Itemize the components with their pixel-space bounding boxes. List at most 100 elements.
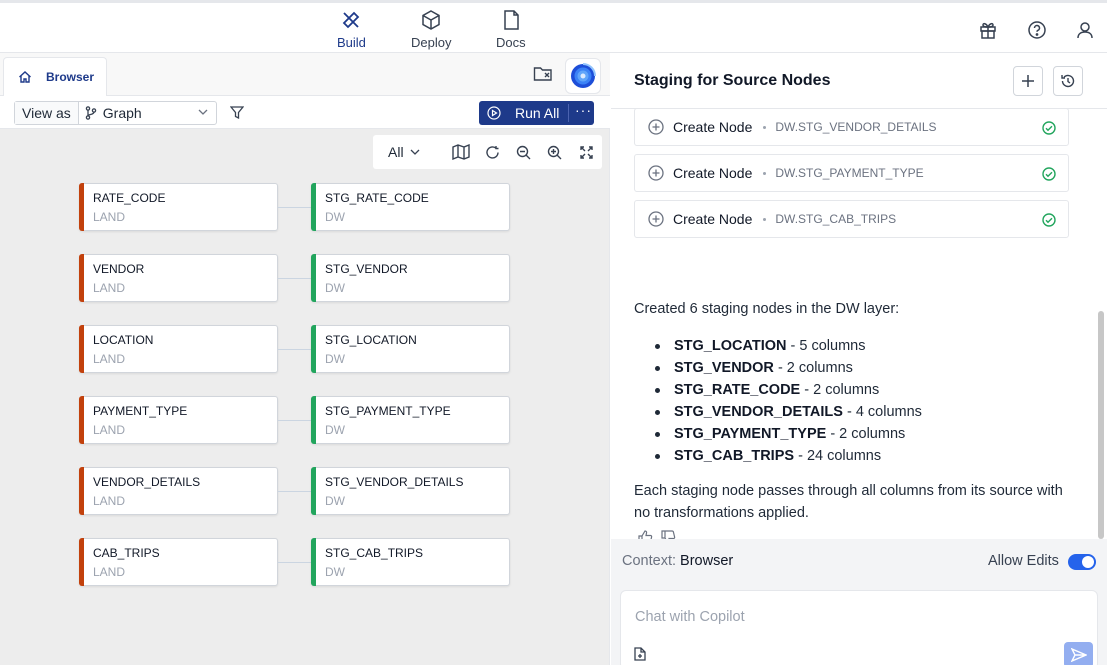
node-name: STG_CAB_TRIPS [674, 448, 795, 464]
graph-node-source[interactable]: VENDOR LAND [79, 254, 278, 302]
graph-node-source[interactable]: PAYMENT_TYPE LAND [79, 396, 278, 444]
view-as-label: View as [15, 102, 79, 124]
thumbs-down-icon[interactable] [661, 530, 676, 539]
graph-node-source[interactable]: RATE_CODE LAND [79, 183, 278, 231]
history-icon [1061, 74, 1075, 88]
node-name: CAB_TRIPS [93, 546, 160, 560]
attach-file-icon[interactable] [634, 647, 646, 665]
zoom-in-icon[interactable] [539, 145, 570, 160]
copilot-logo-button[interactable] [565, 58, 601, 94]
node-layer: DW [325, 494, 345, 508]
build-icon [343, 11, 360, 29]
create-node-action[interactable]: Create Node DW.STG_PAYMENT_TYPE [634, 154, 1069, 192]
summary-text: Created 6 staging nodes in the DW layer: [634, 301, 900, 317]
graph-edge [278, 278, 312, 279]
context-indicator: Context: Browser [622, 553, 733, 569]
graph-node-staging[interactable]: STG_LOCATION DW [311, 325, 510, 373]
graph-node-staging[interactable]: STG_RATE_CODE DW [311, 183, 510, 231]
graph-tools: All [373, 135, 602, 169]
play-icon [487, 106, 501, 120]
node-columns: - 2 columns [773, 360, 853, 376]
layer-color-bar [79, 183, 84, 231]
node-layer: LAND [93, 352, 126, 366]
graph-node-source[interactable]: VENDOR_DETAILS LAND [79, 467, 278, 515]
map-icon[interactable] [445, 144, 476, 160]
graph-node-source[interactable]: LOCATION LAND [79, 325, 278, 373]
zoom-out-icon[interactable] [508, 145, 539, 160]
create-node-action[interactable]: Create Node DW.STG_CAB_TRIPS [634, 200, 1069, 238]
node-layer: LAND [93, 565, 126, 579]
node-columns: - 24 columns [794, 448, 882, 464]
close-folder-icon[interactable] [533, 65, 553, 88]
chat-messages[interactable]: Create Node DW.STG_VENDOR_DETAILS Create… [611, 109, 1107, 539]
graph-edge [278, 420, 312, 421]
action-target: DW.STG_PAYMENT_TYPE [775, 166, 924, 180]
gift-icon[interactable] [978, 20, 998, 40]
nav-build-label: Build [337, 35, 366, 50]
node-name: STG_PAYMENT_TYPE [325, 404, 451, 418]
check-circle-icon [1042, 121, 1056, 135]
separator-dot [763, 217, 767, 221]
more-options-icon[interactable]: ··· [575, 102, 592, 118]
history-button[interactable] [1053, 66, 1083, 96]
node-layer: DW [325, 210, 345, 224]
layer-color-bar [311, 396, 316, 444]
node-name: STG_VENDOR_DETAILS [325, 475, 464, 489]
check-circle-icon [1042, 213, 1056, 227]
scrollbar[interactable] [1098, 311, 1104, 539]
node-name: PAYMENT_TYPE [93, 404, 188, 418]
node-name: STG_RATE_CODE [325, 191, 429, 205]
graph-node-staging[interactable]: STG_VENDOR_DETAILS DW [311, 467, 510, 515]
graph-edge [278, 491, 312, 492]
nav-build[interactable]: Build [337, 9, 366, 50]
nav-deploy[interactable]: Deploy [411, 9, 451, 50]
graph-node-staging[interactable]: STG_VENDOR DW [311, 254, 510, 302]
list-item: STG_VENDOR - 2 columns [651, 357, 922, 379]
send-button[interactable] [1064, 642, 1093, 665]
node-layer: LAND [93, 210, 126, 224]
action-target: DW.STG_VENDOR_DETAILS [775, 120, 937, 134]
list-item: STG_RATE_CODE - 2 columns [651, 379, 922, 401]
plus-icon [1022, 75, 1034, 87]
node-name: STG_LOCATION [325, 333, 417, 347]
graph-node-staging[interactable]: STG_CAB_TRIPS DW [311, 538, 510, 586]
chat-placeholder: Chat with Copilot [635, 609, 745, 625]
user-icon[interactable] [1075, 20, 1095, 40]
cube-icon [422, 10, 440, 30]
node-name: STG_CAB_TRIPS [325, 546, 424, 560]
node-columns: - 2 columns [800, 382, 880, 398]
node-name: RATE_CODE [93, 191, 166, 205]
node-name: VENDOR [93, 262, 145, 276]
scope-select[interactable]: All [388, 144, 445, 160]
action-label: Create Node [673, 211, 753, 227]
nav-docs-label: Docs [496, 35, 526, 50]
home-icon [19, 71, 31, 83]
list-item: STG_LOCATION - 5 columns [651, 335, 922, 357]
nav-docs[interactable]: Docs [496, 9, 526, 50]
view-mode-value: Graph [102, 105, 142, 121]
layer-color-bar [79, 467, 84, 515]
tab-browser[interactable]: Browser [3, 57, 107, 96]
graph-node-staging[interactable]: STG_PAYMENT_TYPE DW [311, 396, 510, 444]
run-all-button[interactable]: Run All ··· [479, 101, 594, 125]
fit-view-icon[interactable] [571, 145, 602, 159]
feedback-buttons [638, 530, 676, 539]
filter-icon[interactable] [229, 106, 245, 124]
node-layer: DW [325, 352, 345, 366]
create-node-action[interactable]: Create Node DW.STG_VENDOR_DETAILS [634, 109, 1069, 146]
view-mode-select[interactable]: Graph [79, 102, 216, 124]
refresh-icon[interactable] [476, 145, 507, 160]
new-chat-button[interactable] [1013, 66, 1043, 96]
node-name: STG_VENDOR [674, 360, 774, 376]
button-divider [568, 104, 569, 122]
help-icon[interactable] [1027, 20, 1047, 40]
node-columns: - 5 columns [786, 338, 866, 354]
allow-edits-toggle[interactable] [1068, 554, 1096, 570]
plus-circle-icon [648, 119, 664, 135]
graph-node-source[interactable]: CAB_TRIPS LAND [79, 538, 278, 586]
thumbs-up-icon[interactable] [638, 530, 653, 539]
chat-input[interactable]: Chat with Copilot [620, 590, 1098, 665]
graph-branch-icon [85, 106, 97, 120]
node-name: LOCATION [93, 333, 154, 347]
nav-deploy-label: Deploy [411, 35, 452, 50]
